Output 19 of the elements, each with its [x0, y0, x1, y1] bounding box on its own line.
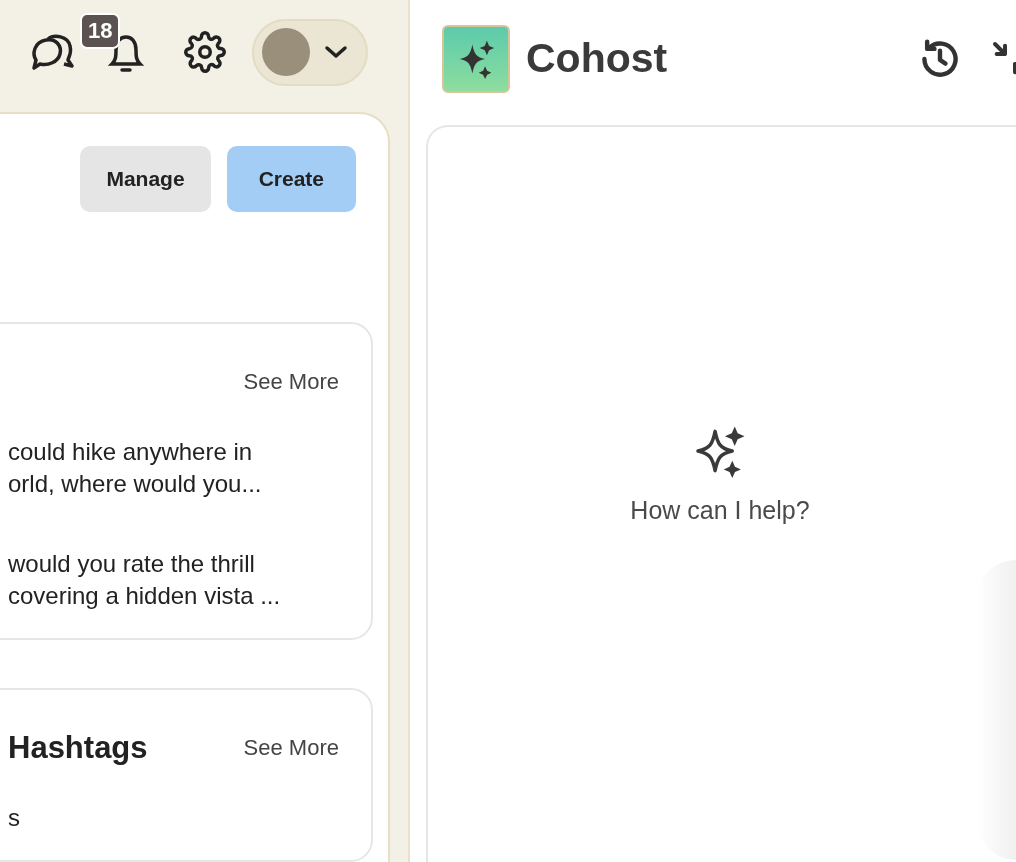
- manage-button[interactable]: Manage: [80, 146, 211, 212]
- panel-title: Cohost: [526, 35, 668, 82]
- chevron-down-icon: [324, 45, 348, 59]
- chat-bubbles-icon[interactable]: [30, 32, 76, 72]
- see-more-link[interactable]: See More: [243, 735, 339, 761]
- post-text-line: orld, where would you...: [8, 469, 263, 499]
- settings-icon[interactable]: [184, 31, 226, 73]
- post-text-line: covering a hidden vista ...: [8, 581, 282, 611]
- section-title: Hashtags: [8, 730, 148, 766]
- see-more-link[interactable]: See More: [243, 369, 339, 395]
- sparkles-icon: [693, 424, 747, 478]
- avatar: [262, 28, 310, 76]
- post-text-line: could hike anywhere in: [8, 437, 254, 467]
- sparkles-logo-icon: [442, 24, 510, 93]
- post-text-line: would you rate the thrill: [8, 549, 256, 579]
- notification-badge: 18: [80, 13, 121, 49]
- help-prompt: How can I help?: [630, 496, 810, 525]
- post-text-line: s: [8, 803, 21, 833]
- create-button[interactable]: Create: [226, 146, 356, 212]
